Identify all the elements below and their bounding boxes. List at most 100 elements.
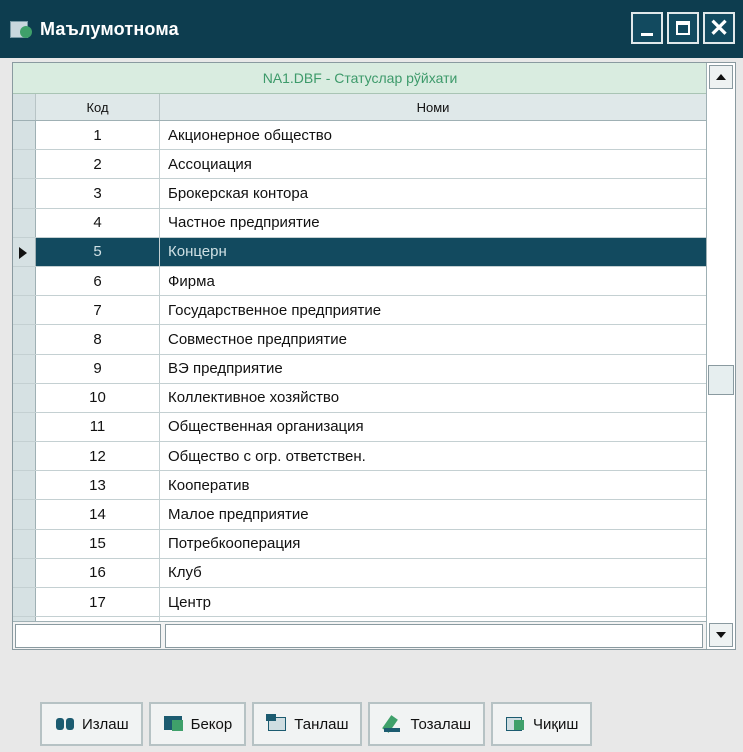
cell-kod[interactable]: 12 bbox=[36, 442, 160, 471]
table-row[interactable]: 2 Ассоциация bbox=[13, 150, 707, 180]
cell-kod[interactable]: 17 bbox=[36, 588, 160, 617]
minimize-button[interactable] bbox=[631, 12, 663, 44]
cell-kod[interactable]: 16 bbox=[36, 558, 160, 587]
cell-kod[interactable]: 11 bbox=[36, 412, 160, 442]
cell-kod[interactable]: 13 bbox=[36, 471, 160, 500]
select-button[interactable]: Танлаш bbox=[252, 702, 363, 746]
cell-kod[interactable]: 15 bbox=[36, 529, 160, 558]
select-button-label: Танлаш bbox=[294, 715, 349, 733]
cell-kod[interactable]: 5 bbox=[36, 237, 160, 266]
grid-header: Код Номи bbox=[13, 94, 707, 121]
close-button[interactable]: ✕ bbox=[703, 12, 735, 44]
cell-nomi[interactable]: Клуб bbox=[160, 559, 707, 587]
row-indicator[interactable] bbox=[13, 325, 36, 354]
row-indicator[interactable] bbox=[13, 121, 36, 150]
table-row[interactable]: 14 Малое предприятие bbox=[13, 500, 707, 530]
table-row[interactable]: 3 Брокерская контора bbox=[13, 179, 707, 209]
cell-nomi[interactable]: Малое предприятие bbox=[160, 500, 707, 528]
cell-kod[interactable]: 14 bbox=[36, 500, 160, 529]
cancel-filter-icon bbox=[163, 714, 185, 734]
data-grid[interactable]: NA1.DBF - Статуслар рўйхати Код Номи 1 Ак… bbox=[12, 62, 736, 650]
cell-kod[interactable]: 10 bbox=[36, 383, 160, 412]
search-button-label: Излаш bbox=[82, 715, 129, 733]
close-icon: ✕ bbox=[708, 14, 730, 42]
cell-nomi[interactable]: Брокерская контора bbox=[160, 179, 707, 207]
row-indicator[interactable] bbox=[13, 150, 36, 179]
cell-nomi[interactable]: Кооператив bbox=[160, 471, 707, 499]
row-indicator[interactable] bbox=[13, 588, 36, 617]
table-row[interactable]: 6 Фирма bbox=[13, 266, 707, 297]
select-record-icon bbox=[266, 714, 288, 734]
exit-button[interactable]: Чиқиш bbox=[491, 702, 593, 746]
search-button[interactable]: Излаш bbox=[40, 702, 143, 746]
cell-nomi[interactable]: Частное предприятие bbox=[160, 209, 707, 237]
table-row[interactable]: 5 Концерн bbox=[13, 237, 707, 267]
cell-kod[interactable]: 2 bbox=[36, 150, 160, 179]
window-controls: ✕ bbox=[631, 12, 735, 44]
current-row-pointer-icon bbox=[19, 246, 27, 259]
cell-kod[interactable]: 4 bbox=[36, 208, 160, 237]
table-row[interactable]: 11 Общественная организация bbox=[13, 412, 707, 443]
nomi-edit-field[interactable] bbox=[165, 624, 703, 648]
row-indicator[interactable] bbox=[13, 266, 36, 296]
minimize-icon bbox=[641, 32, 653, 36]
cell-nomi[interactable]: Совместное предприятие bbox=[160, 325, 707, 353]
row-indicator[interactable] bbox=[13, 354, 36, 383]
table-row[interactable]: 7 Государственное предприятие bbox=[13, 296, 707, 326]
table-icon bbox=[10, 18, 32, 40]
row-indicator[interactable] bbox=[13, 237, 36, 266]
table-row[interactable]: 15 Потребкооперация bbox=[13, 529, 707, 559]
column-header-nomi[interactable]: Номи bbox=[160, 94, 707, 120]
row-indicator[interactable] bbox=[13, 500, 36, 529]
clear-button[interactable]: Тозалаш bbox=[368, 702, 485, 746]
title-bar[interactable]: Маълумотнома ✕ bbox=[0, 0, 743, 58]
scroll-thumb[interactable] bbox=[708, 365, 734, 395]
maximize-button[interactable] bbox=[667, 12, 699, 44]
header-indicator bbox=[13, 94, 36, 120]
table-row[interactable]: 12 Общество с огр. ответствен. bbox=[13, 442, 707, 472]
row-indicator[interactable] bbox=[13, 208, 36, 237]
cell-kod[interactable]: 8 bbox=[36, 325, 160, 354]
row-indicator[interactable] bbox=[13, 296, 36, 325]
cell-nomi[interactable]: Центр bbox=[160, 588, 707, 616]
row-indicator[interactable] bbox=[13, 529, 36, 558]
row-indicator[interactable] bbox=[13, 412, 36, 442]
cell-nomi[interactable]: Общество с огр. ответствен. bbox=[160, 442, 707, 470]
cell-nomi[interactable]: Общественная организация bbox=[160, 413, 707, 441]
table-row[interactable]: 16 Клуб bbox=[13, 558, 707, 588]
cell-nomi[interactable]: ВЭ предприятие bbox=[160, 355, 707, 383]
row-indicator[interactable] bbox=[13, 471, 36, 500]
arrow-down-icon bbox=[716, 632, 726, 638]
scroll-down-button[interactable] bbox=[709, 623, 733, 647]
table-row[interactable]: 1 Акционерное общество bbox=[13, 121, 707, 151]
row-indicator[interactable] bbox=[13, 179, 36, 208]
scroll-up-button[interactable] bbox=[709, 65, 733, 89]
cell-nomi[interactable]: Фирма bbox=[160, 267, 707, 295]
table-row[interactable]: 9 ВЭ предприятие bbox=[13, 354, 707, 384]
cell-kod[interactable]: 9 bbox=[36, 354, 160, 383]
cell-nomi[interactable]: Акционерное общество bbox=[160, 121, 707, 149]
cell-kod[interactable]: 3 bbox=[36, 179, 160, 208]
cancel-button[interactable]: Бекор bbox=[148, 702, 247, 746]
row-indicator[interactable] bbox=[13, 442, 36, 471]
row-indicator[interactable] bbox=[13, 558, 36, 587]
cell-nomi[interactable]: Государственное предприятие bbox=[160, 296, 707, 324]
table-row[interactable]: 10 Коллективное хозяйство bbox=[13, 383, 707, 413]
table-row[interactable]: 8 Совместное предприятие bbox=[13, 325, 707, 355]
cell-kod[interactable]: 7 bbox=[36, 296, 160, 325]
vertical-scrollbar[interactable] bbox=[706, 63, 735, 649]
table-row[interactable]: 13 Кооператив bbox=[13, 471, 707, 501]
cell-kod[interactable]: 6 bbox=[36, 266, 160, 296]
eraser-icon bbox=[382, 714, 404, 734]
cell-nomi[interactable]: Коллективное хозяйство bbox=[160, 384, 707, 412]
cell-nomi[interactable]: Концерн bbox=[160, 237, 707, 266]
table-row[interactable]: 17 Центр bbox=[13, 588, 707, 618]
column-header-kod[interactable]: Код bbox=[36, 94, 160, 120]
cell-kod[interactable]: 1 bbox=[36, 121, 160, 150]
cell-nomi[interactable]: Ассоциация bbox=[160, 150, 707, 178]
binoculars-icon bbox=[54, 714, 76, 734]
table-row[interactable]: 4 Частное предприятие bbox=[13, 208, 707, 238]
kod-edit-field[interactable] bbox=[15, 624, 161, 648]
row-indicator[interactable] bbox=[13, 383, 36, 412]
cell-nomi[interactable]: Потребкооперация bbox=[160, 530, 707, 558]
